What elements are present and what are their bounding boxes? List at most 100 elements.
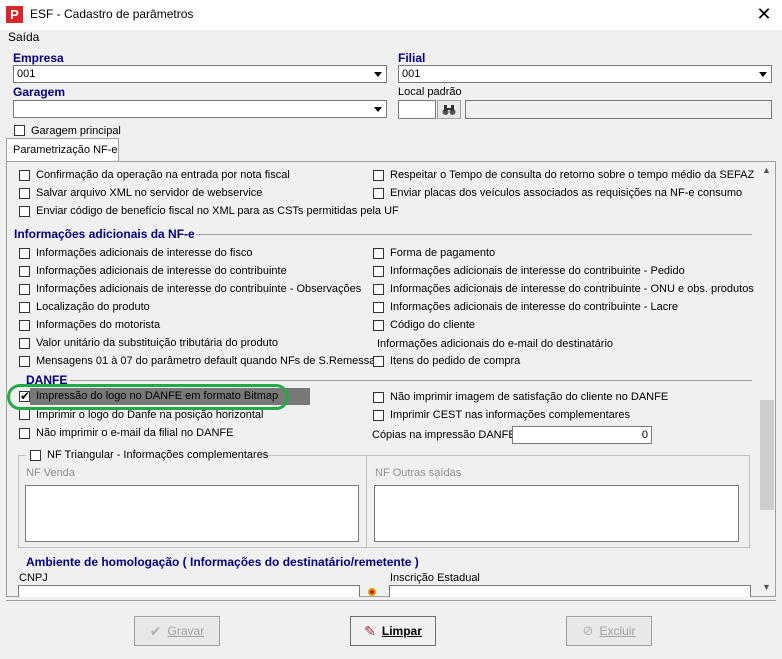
label-cest: Imprimir CEST nas informações complement…	[390, 409, 631, 421]
excluir-button[interactable]: ⊘ Excluir	[566, 616, 652, 646]
window-title: ESF - Cadastro de parâmetros	[30, 7, 194, 21]
scroll-up-icon[interactable]: ▲	[758, 162, 775, 179]
app-icon: P	[6, 6, 23, 23]
copias-value: 0	[641, 429, 648, 441]
menu-item-saida[interactable]: Saída	[8, 30, 39, 44]
cnpj-input[interactable]	[18, 585, 360, 597]
garagem-principal-label: Garagem principal	[31, 125, 121, 137]
checkbox-info-contribuinte[interactable]	[19, 266, 30, 277]
checkbox-valor-st[interactable]	[19, 338, 30, 349]
checkbox-salvar-xml[interactable]	[19, 188, 30, 199]
label-info-observacoes: Informações adicionais de interesse do c…	[36, 283, 362, 295]
label-logo-horizontal: Imprimir o logo do Danfe na posição hori…	[36, 409, 264, 421]
search-button[interactable]	[437, 100, 461, 119]
label-beneficio-fiscal: Enviar código de benefício fiscal no XML…	[36, 205, 399, 217]
label-motorista: Informações do motorista	[36, 319, 161, 331]
empresa-label: Empresa	[13, 51, 64, 65]
divider	[70, 380, 752, 381]
check-icon: ✔	[149, 622, 162, 639]
label-nf-outras: NF Outras saídas	[375, 467, 462, 479]
local-padrao-label: Local padrão	[398, 86, 462, 98]
label-confirmacao: Confirmação da operação na entrada por n…	[36, 169, 290, 181]
filial-value: 001	[402, 68, 421, 80]
checkbox-info-fisco[interactable]	[19, 248, 30, 259]
chevron-down-icon[interactable]	[755, 66, 771, 82]
filial-select[interactable]: 001	[398, 65, 772, 83]
label-mensagens: Mensagens 01 à 07 do parâmetro default q…	[36, 355, 376, 367]
checkbox-info-onu[interactable]	[373, 284, 384, 295]
label-localizacao: Localização do produto	[36, 301, 150, 313]
annotation-highlight-ring	[7, 384, 289, 410]
checkbox-email-filial[interactable]	[19, 428, 30, 439]
divider	[6, 600, 776, 601]
checkbox-info-pedido[interactable]	[373, 266, 384, 277]
checkbox-itens-pedido[interactable]	[373, 356, 384, 367]
garagem-select[interactable]	[13, 100, 387, 118]
checkbox-tempo-consulta[interactable]	[373, 170, 384, 181]
divider	[196, 234, 752, 235]
label-email-destinatario: Informações adicionais do e-mail do dest…	[377, 338, 614, 350]
checkbox-codigo-cliente[interactable]	[373, 320, 384, 331]
limpar-label: Limpar	[381, 624, 422, 638]
section-homologacao-title: Ambiente de homologação ( Informações do…	[26, 555, 419, 569]
chevron-down-icon[interactable]	[370, 101, 386, 117]
label-info-lacre: Informações adicionais de interesse do c…	[390, 301, 678, 313]
menu-bar	[0, 30, 782, 48]
checkbox-motorista[interactable]	[19, 320, 30, 331]
checkbox-placas-veiculos[interactable]	[373, 188, 384, 199]
local-padrao-description	[465, 100, 772, 119]
empresa-select[interactable]: 001	[13, 65, 387, 83]
label-salvar-xml: Salvar arquivo XML no servidor de webser…	[36, 187, 263, 199]
checkbox-localizacao[interactable]	[19, 302, 30, 313]
label-info-onu: Informações adicionais de interesse do c…	[390, 283, 754, 295]
checkbox-forma-pagamento[interactable]	[373, 248, 384, 259]
section-info-adicionais-title: Informações adicionais da NF-e	[14, 227, 195, 241]
checkbox-cest[interactable]	[373, 410, 384, 421]
checkbox-confirmacao[interactable]	[19, 170, 30, 181]
label-nf-venda: NF Venda	[26, 467, 75, 479]
garagem-principal-checkbox[interactable]	[14, 125, 25, 136]
nf-venda-textarea[interactable]	[25, 485, 359, 542]
filial-label: Filial	[398, 51, 426, 65]
label-cnpj: CNPJ	[19, 572, 48, 584]
checkbox-beneficio-fiscal[interactable]	[19, 206, 30, 217]
inscricao-estadual-input[interactable]	[389, 585, 751, 597]
trash-icon: ⊘	[582, 623, 594, 638]
label-tempo-consulta: Respeitar o Tempo de consulta do retorno…	[390, 169, 755, 181]
garagem-label: Garagem	[13, 85, 66, 99]
local-padrao-input[interactable]	[398, 100, 436, 119]
scroll-down-icon[interactable]: ▼	[758, 579, 775, 596]
tab-label: Parametrização NF-e	[13, 144, 118, 156]
copias-input[interactable]: 0	[512, 426, 652, 444]
checkbox-info-lacre[interactable]	[373, 302, 384, 313]
gravar-label: Gravar	[167, 624, 205, 638]
gravar-button[interactable]: ✔ Gravar	[134, 616, 220, 646]
checkbox-mensagens[interactable]	[19, 356, 30, 367]
eraser-icon: ✎	[364, 622, 376, 639]
limpar-button[interactable]: ✎ Limpar	[350, 616, 436, 646]
chevron-down-icon[interactable]	[370, 66, 386, 82]
label-info-pedido: Informações adicionais de interesse do c…	[390, 265, 685, 277]
label-valor-st: Valor unitário da substituição tributári…	[36, 337, 278, 349]
vertical-scrollbar[interactable]	[758, 162, 775, 596]
label-forma-pagamento: Forma de pagamento	[390, 247, 496, 259]
scroll-thumb[interactable]	[760, 400, 774, 510]
binoculars-icon	[442, 104, 456, 115]
checkbox-info-observacoes[interactable]	[19, 284, 30, 295]
close-icon[interactable]: ✕	[752, 3, 776, 25]
label-info-contribuinte: Informações adicionais de interesse do c…	[36, 265, 287, 277]
tab-parametrizacao-nfe[interactable]: Parametrização NF-e	[6, 138, 119, 162]
label-info-fisco: Informações adicionais de interesse do f…	[36, 247, 253, 259]
label-copias: Cópias na impressão DANFE	[372, 429, 516, 441]
excluir-label: Excluir	[599, 624, 636, 638]
checkbox-satisfacao[interactable]	[373, 392, 384, 403]
label-placas-veiculos: Enviar placas dos veículos associados as…	[390, 187, 743, 199]
label-email-filial: Não imprimir o e-mail da filial no DANFE	[36, 427, 234, 439]
checkbox-nf-triangular[interactable]	[30, 450, 41, 461]
label-nf-triangular: NF Triangular - Informações complementar…	[47, 449, 269, 461]
label-codigo-cliente: Código do cliente	[390, 319, 476, 331]
lookup-icon[interactable]	[366, 586, 380, 596]
label-satisfacao: Não imprimir imagem de satisfação do cli…	[390, 391, 669, 403]
checkbox-logo-horizontal[interactable]	[19, 409, 30, 420]
nf-outras-textarea[interactable]	[374, 485, 739, 542]
